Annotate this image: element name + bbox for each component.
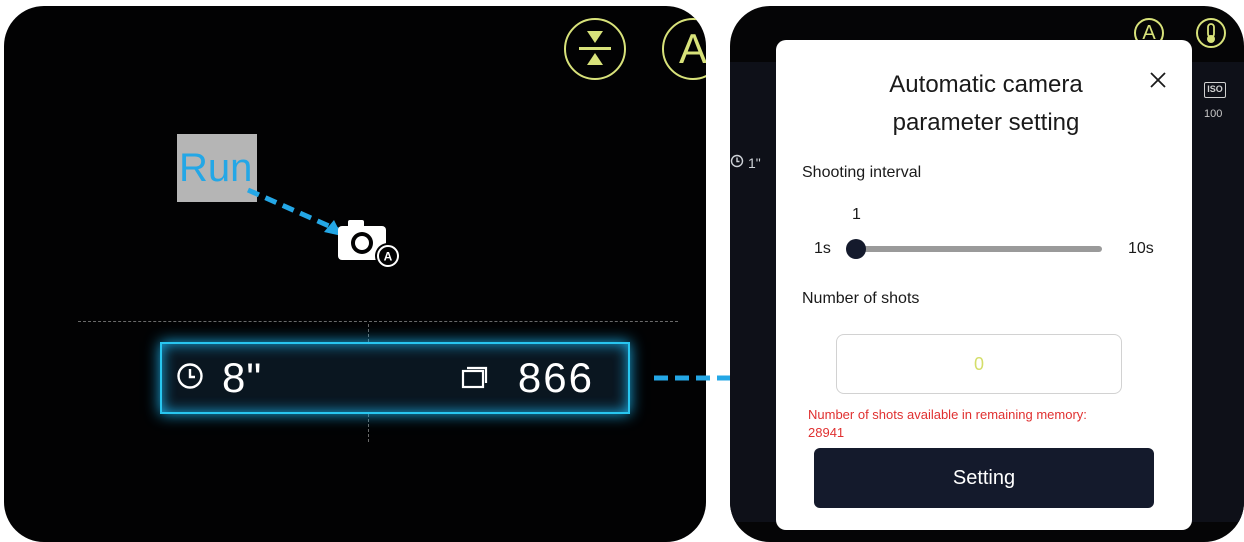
slider-max-label: 10s: [1128, 240, 1154, 257]
auto-mode-icon[interactable]: A: [662, 18, 706, 80]
setting-button[interactable]: Setting: [814, 448, 1154, 508]
iso-value: 100: [1204, 108, 1223, 120]
interval-value: 8": [222, 354, 263, 401]
dialog-title: Automatic camera parameter setting: [889, 71, 1083, 136]
camera-live-view: A Run A 8" 866: [4, 6, 706, 542]
shooting-interval-label: Shooting interval: [802, 164, 922, 181]
memory-note: Number of shots available in remaining m…: [808, 407, 1087, 440]
frame-guide-horizontal: [78, 321, 678, 322]
iso-badge[interactable]: ISO: [1204, 82, 1226, 98]
shots-input[interactable]: 0: [836, 334, 1122, 394]
clock-icon: [176, 362, 204, 395]
clock-icon: [730, 154, 744, 171]
stacked-frames-icon: [460, 362, 492, 395]
auto-parameter-dialog: Automatic camera parameter setting Shoot…: [776, 40, 1192, 530]
settings-screen: A 1" ISO 100 Automatic camera parameter …: [730, 6, 1244, 542]
number-of-shots-label: Number of shots: [802, 290, 920, 307]
shot-count-value: 866: [517, 354, 594, 401]
stack-compress-icon[interactable]: [564, 18, 626, 80]
auto-camera-icon[interactable]: A: [334, 214, 414, 279]
slider-current-value: 1: [852, 206, 861, 223]
capture-status-bar: 8" 866: [160, 342, 630, 414]
auto-mode-letter: A: [678, 25, 706, 72]
slider-min-label: 1s: [814, 240, 831, 257]
svg-text:A: A: [384, 250, 393, 264]
close-icon[interactable]: [1148, 70, 1168, 95]
interval-slider-track[interactable]: [852, 246, 1102, 252]
thermometer-icon[interactable]: [1196, 18, 1226, 48]
background-timer: 1": [730, 154, 761, 171]
background-timer-value: 1": [748, 154, 761, 171]
interval-slider-thumb[interactable]: [846, 239, 866, 259]
